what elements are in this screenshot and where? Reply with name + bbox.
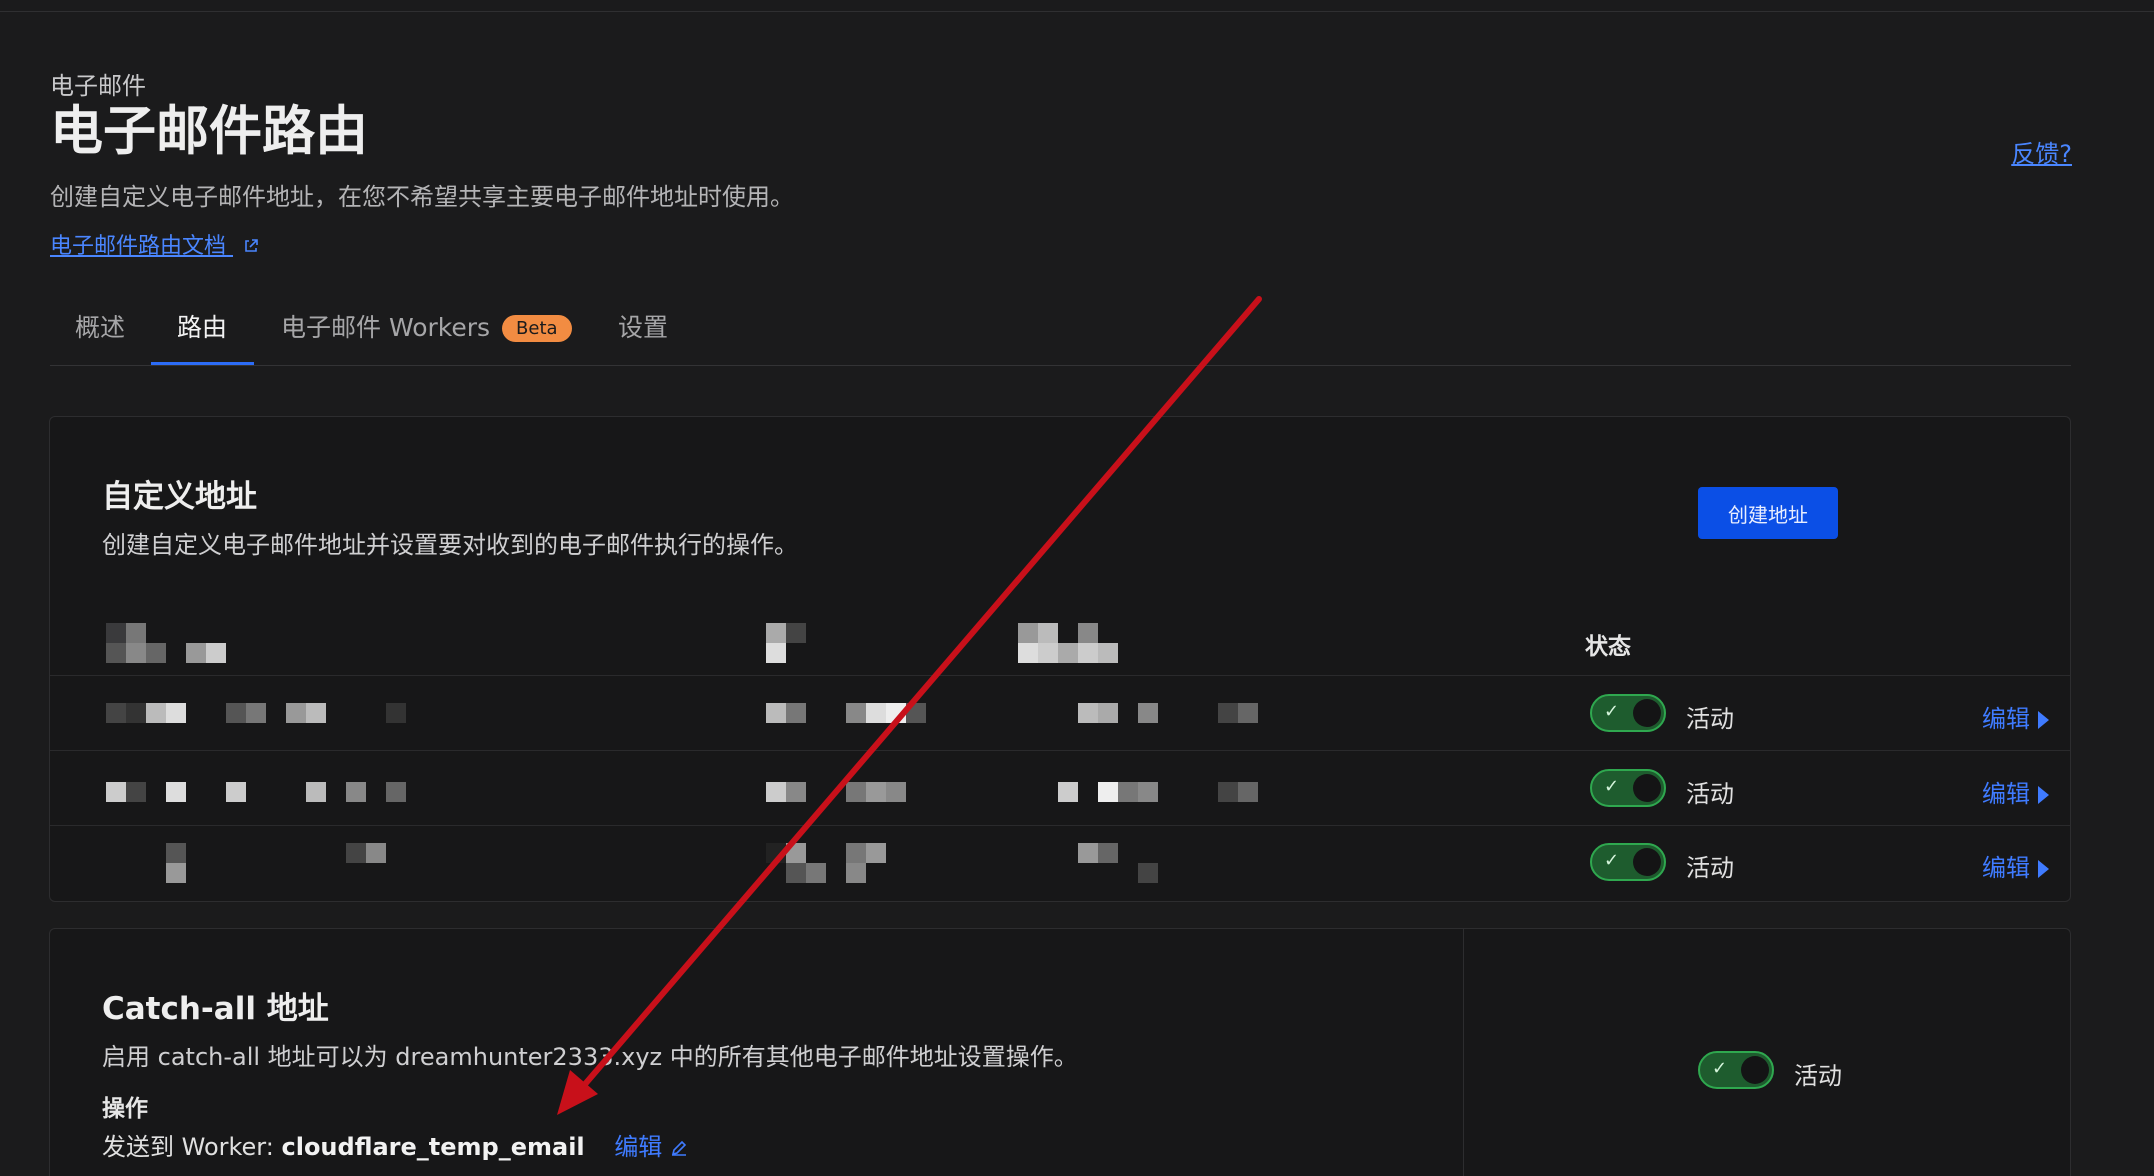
external-link-icon: [245, 239, 258, 252]
toggle-knob: [1633, 774, 1661, 802]
custom-addresses-title: 自定义地址: [102, 479, 257, 515]
status-toggle[interactable]: ✓: [1590, 694, 1666, 732]
edit-link-label: 编辑: [1982, 705, 2030, 733]
docs-link[interactable]: 电子邮件路由文档: [50, 228, 259, 260]
status-toggle[interactable]: ✓: [1590, 769, 1666, 807]
action-label: 操作: [102, 1096, 148, 1122]
chevron-right-icon: [2038, 860, 2049, 878]
create-address-button[interactable]: 创建地址: [1698, 487, 1838, 539]
edit-link[interactable]: 编辑: [1982, 848, 2049, 883]
check-icon: ✓: [1712, 1058, 1728, 1079]
worker-name: cloudflare_temp_email: [281, 1133, 585, 1161]
edit-link[interactable]: 编辑: [1982, 774, 2049, 809]
edit-link-label: 编辑: [1982, 854, 2030, 882]
tab-bar: 概述 路由 电子邮件 Workers Beta 设置: [50, 300, 2071, 366]
edit-action-label: 编辑: [614, 1133, 663, 1161]
row-divider: [50, 750, 2070, 751]
check-icon: ✓: [1604, 850, 1620, 871]
status-text: 活动: [1686, 854, 1734, 882]
section-label: 电子邮件: [50, 72, 146, 100]
check-icon: ✓: [1604, 776, 1620, 797]
status-text: 活动: [1686, 705, 1734, 733]
top-divider: [0, 11, 2154, 12]
catch-all-title: Catch-all 地址: [102, 991, 329, 1027]
active-tab-indicator: [151, 362, 254, 365]
docs-link-label: 电子邮件路由文档: [50, 234, 227, 259]
catch-all-status-text: 活动: [1794, 1062, 1842, 1090]
custom-addresses-description: 创建自定义电子邮件地址并设置要对收到的电子邮件执行的操作。: [102, 531, 798, 559]
pencil-icon: [672, 1140, 687, 1156]
chevron-right-icon: [2038, 711, 2049, 729]
status-toggle[interactable]: ✓: [1590, 843, 1666, 881]
tab-email-workers-label: 电子邮件 Workers: [281, 313, 491, 342]
status-column-header: 状态: [1585, 634, 1631, 660]
tab-email-workers[interactable]: 电子邮件 Workers Beta: [281, 308, 572, 344]
catch-all-card: Catch-all 地址 启用 catch-all 地址可以为 dreamhun…: [49, 928, 2071, 1176]
tab-settings[interactable]: 设置: [618, 308, 668, 344]
chevron-right-icon: [2038, 786, 2049, 804]
tab-routes[interactable]: 路由: [177, 308, 227, 344]
tab-overview[interactable]: 概述: [75, 308, 125, 344]
catch-all-toggle[interactable]: ✓: [1698, 1051, 1774, 1089]
page-description: 创建自定义电子邮件地址，在您不希望共享主要电子邮件地址时使用。: [50, 183, 794, 211]
email-routing-page: 电子邮件 电子邮件路由 创建自定义电子邮件地址，在您不希望共享主要电子邮件地址时…: [0, 0, 2154, 1176]
catch-all-description: 启用 catch-all 地址可以为 dreamhunter2333.xyz 中…: [102, 1043, 1078, 1071]
toggle-knob: [1741, 1056, 1769, 1084]
beta-badge: Beta: [502, 315, 572, 342]
page-title: 电子邮件路由: [50, 101, 368, 162]
toggle-knob: [1633, 699, 1661, 727]
row-divider: [50, 675, 2070, 676]
edit-action-link[interactable]: 编辑: [614, 1133, 688, 1161]
feedback-link[interactable]: 反馈?: [2011, 134, 2072, 169]
row-divider: [50, 825, 2070, 826]
catch-all-divider: [1463, 929, 1464, 1176]
check-icon: ✓: [1604, 701, 1620, 722]
custom-addresses-card: 自定义地址 创建自定义电子邮件地址并设置要对收到的电子邮件执行的操作。 创建地址…: [49, 416, 2071, 902]
status-text: 活动: [1686, 780, 1734, 808]
action-prefix: 发送到 Worker:: [102, 1133, 282, 1161]
toggle-knob: [1633, 848, 1661, 876]
edit-link[interactable]: 编辑: [1982, 699, 2049, 734]
edit-link-label: 编辑: [1982, 780, 2030, 808]
action-line: 发送到 Worker: cloudflare_temp_email 编辑: [102, 1127, 688, 1162]
